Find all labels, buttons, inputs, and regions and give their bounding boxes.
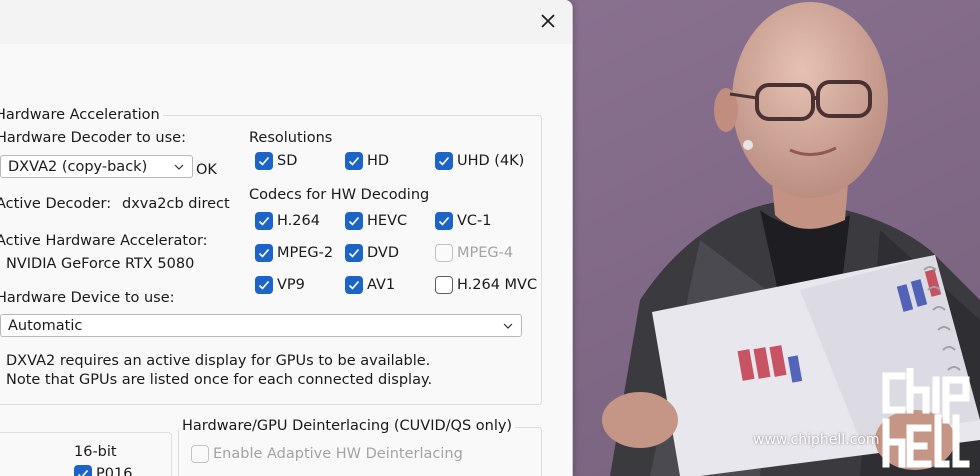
checkbox-label: HD (367, 153, 390, 169)
p016-checkbox[interactable]: P016 (74, 465, 132, 476)
checkbox-label: H.264 (277, 213, 320, 229)
check-icon (348, 216, 360, 226)
check-icon (348, 248, 360, 258)
checkbox-box (435, 244, 453, 262)
checkbox-box (345, 276, 363, 294)
checkbox-box (255, 152, 273, 170)
dialog-content: Hardware Acceleration Hardware Decoder t… (0, 44, 572, 476)
checkbox-box (345, 212, 363, 230)
adaptive-deinterlacing-label: Enable Adaptive HW Deinterlacing (213, 446, 463, 462)
check-icon (258, 216, 270, 226)
checkbox-box (345, 244, 363, 262)
hw-acceleration-title: Hardware Acceleration (0, 107, 163, 123)
active-decoder-value: dxva2cb direct (122, 196, 230, 212)
device-label: Hardware Device to use: (0, 290, 175, 306)
decoder-select-value: DXVA2 (copy-back) (8, 158, 148, 175)
deinterlacing-title: Hardware/GPU Deinterlacing (CUVID/QS onl… (179, 418, 516, 434)
check-icon (258, 248, 270, 258)
checkbox-label: AV1 (367, 277, 396, 293)
device-select[interactable]: Automatic (0, 314, 522, 337)
checkbox-mpeg-4[interactable]: MPEG-4 (435, 244, 513, 262)
checkbox-box (435, 152, 453, 170)
check-icon (438, 156, 450, 166)
checkbox-box (345, 152, 363, 170)
close-button[interactable] (530, 6, 566, 36)
ok-label: OK (196, 162, 217, 178)
checkbox-box (255, 212, 273, 230)
active-accelerator-label: Active Hardware Accelerator: (0, 233, 208, 249)
check-icon (258, 280, 270, 290)
checkbox-h-264-mvc[interactable]: H.264 MVC (435, 276, 537, 294)
codecs-title: Codecs for HW Decoding (249, 187, 430, 203)
check-icon (348, 280, 360, 290)
lav-video-settings-dialog: Hardware Acceleration Hardware Decoder t… (0, 0, 573, 476)
dxva-note-line-1: DXVA2 requires an active display for GPU… (6, 353, 431, 369)
checkbox-label: UHD (4K) (457, 153, 525, 169)
chiphell-logo (882, 368, 970, 468)
active-decoder-label: Active Decoder: (0, 196, 112, 212)
checkbox-box (435, 276, 453, 294)
checkbox-label: H.264 MVC (457, 277, 538, 293)
checkbox-label: DVD (367, 245, 399, 261)
close-icon (541, 14, 555, 28)
device-select-value: Automatic (8, 317, 83, 334)
checkbox-vc-1[interactable]: VC-1 (435, 212, 492, 230)
check-icon (77, 469, 89, 476)
checkbox-uhd-4k[interactable]: UHD (4K) (435, 152, 524, 170)
check-icon (348, 156, 360, 166)
bitdepth-16-label: 16-bit (74, 444, 117, 460)
checkbox-label: HEVC (367, 213, 408, 229)
checkbox-h-264[interactable]: H.264 (255, 212, 320, 230)
checkbox-box (191, 445, 209, 463)
p016-label: P016 (96, 466, 133, 476)
active-accelerator-value: NVIDIA GeForce RTX 5080 (6, 256, 195, 272)
checkbox-av1[interactable]: AV1 (345, 276, 395, 294)
checkbox-box (74, 465, 92, 476)
decoder-select[interactable]: DXVA2 (copy-back) (0, 155, 193, 178)
watermark-url: www.chiphell.com (753, 432, 880, 448)
checkbox-label: MPEG-4 (457, 245, 514, 261)
adaptive-deinterlacing-checkbox[interactable]: Enable Adaptive HW Deinterlacing (191, 445, 463, 463)
checkbox-dvd[interactable]: DVD (345, 244, 399, 262)
checkbox-mpeg-2[interactable]: MPEG-2 (255, 244, 333, 262)
decoder-label: Hardware Decoder to use: (0, 130, 186, 146)
checkbox-box (435, 212, 453, 230)
chevron-down-icon (503, 323, 513, 329)
check-icon (258, 156, 270, 166)
checkbox-label: VC-1 (457, 213, 492, 229)
resolutions-title: Resolutions (249, 130, 333, 146)
checkbox-box (255, 276, 273, 294)
title-bar (0, 0, 572, 42)
check-icon (438, 216, 450, 226)
checkbox-hevc[interactable]: HEVC (345, 212, 407, 230)
checkbox-label: VP9 (277, 277, 305, 293)
checkbox-hd[interactable]: HD (345, 152, 389, 170)
checkbox-label: SD (277, 153, 298, 169)
checkbox-label: MPEG-2 (277, 245, 334, 261)
chevron-down-icon (174, 164, 184, 170)
checkbox-sd[interactable]: SD (255, 152, 297, 170)
checkbox-vp9[interactable]: VP9 (255, 276, 305, 294)
checkbox-box (255, 244, 273, 262)
dxva-note-line-2: Note that GPUs are listed once for each … (6, 372, 433, 388)
